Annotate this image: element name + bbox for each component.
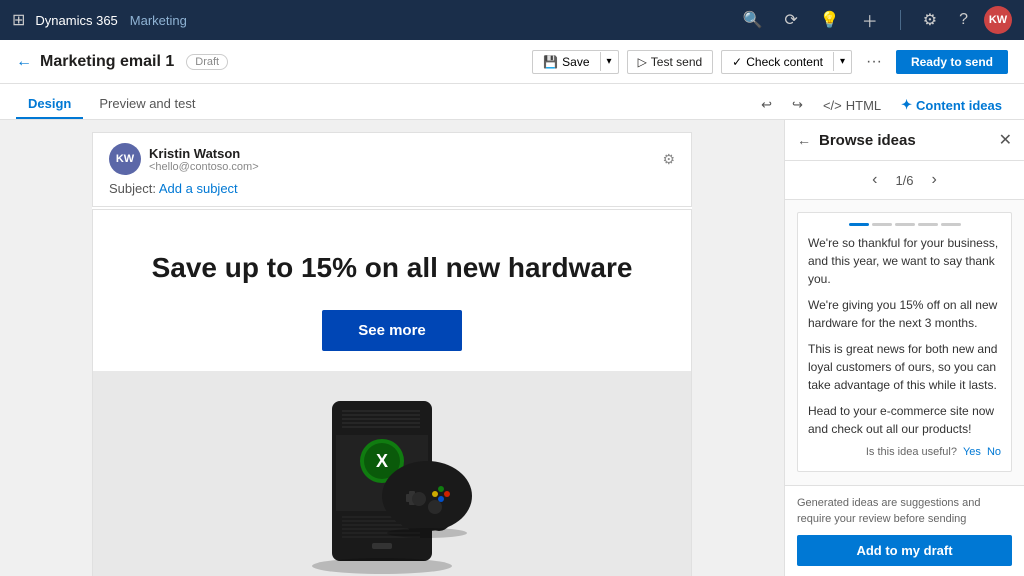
- check-content-split-button[interactable]: ✓ Check content ▾: [721, 50, 852, 74]
- app-module: Marketing: [130, 13, 187, 28]
- app-name: Dynamics 365: [35, 13, 117, 28]
- grid-icon[interactable]: ⊞: [12, 10, 25, 30]
- email-headline: Save up to 15% on all new hardware: [113, 250, 671, 286]
- test-send-icon: ▷: [638, 55, 647, 69]
- feedback-yes[interactable]: Yes: [963, 446, 981, 458]
- email-subject-row: Subject: Add a subject: [109, 181, 675, 196]
- idea-dots: [808, 223, 1001, 226]
- email-image-section: X: [93, 371, 691, 576]
- redo-button[interactable]: ↪: [786, 95, 809, 115]
- email-hero: Save up to 15% on all new hardware See m…: [93, 210, 691, 371]
- add-icon[interactable]: ＋: [862, 8, 878, 32]
- idea-text-4: Head to your e-commerce site now and che…: [808, 402, 1001, 438]
- panel-pagination: ‹ 1/6 ›: [785, 161, 1024, 200]
- see-more-button[interactable]: See more: [322, 310, 462, 351]
- page-title: Marketing email 1: [40, 53, 174, 71]
- idea-text-3: This is great news for both new and loya…: [808, 340, 1001, 394]
- content-ideas-button[interactable]: ✦ Content ideas: [895, 95, 1008, 115]
- email-header-section: KW Kristin Watson <hello@contoso.com> ⚙ …: [92, 132, 692, 207]
- tab-design[interactable]: Design: [16, 90, 83, 119]
- email-settings-icon[interactable]: ⚙: [662, 151, 675, 168]
- idea-card: We're so thankful for your business, and…: [797, 212, 1012, 472]
- top-nav-bar: ⊞ Dynamics 365 Marketing 🔍 ⟳ 💡 ＋ ⚙ ? KW: [0, 0, 1024, 40]
- panel-note: Generated ideas are suggestions and requ…: [797, 496, 1012, 527]
- test-send-button[interactable]: ▷ Test send: [627, 50, 714, 74]
- email-container: KW Kristin Watson <hello@contoso.com> ⚙ …: [92, 132, 692, 576]
- email-body: Save up to 15% on all new hardware See m…: [92, 209, 692, 576]
- tab-design-label: Design: [28, 96, 71, 111]
- dot-5: [941, 223, 961, 226]
- panel-close-button[interactable]: ✕: [999, 130, 1012, 150]
- save-main-button[interactable]: 💾 Save: [533, 51, 599, 73]
- sender-email: <hello@contoso.com>: [149, 161, 654, 173]
- sub-header: ← Marketing email 1 Draft 💾 Save ▾ ▷ Tes…: [0, 40, 1024, 84]
- content-ideas-label: Content ideas: [916, 98, 1002, 113]
- tab-preview-and-test[interactable]: Preview and test: [87, 90, 207, 119]
- xbox-illustration: X: [252, 381, 532, 576]
- dot-1: [849, 223, 869, 226]
- page-indicator: 1/6: [895, 173, 913, 188]
- search-icon[interactable]: 🔍: [742, 10, 762, 30]
- lightbulb-icon[interactable]: 💡: [820, 10, 840, 30]
- ready-to-send-button[interactable]: Ready to send: [896, 50, 1008, 74]
- sender-name: Kristin Watson: [149, 146, 654, 161]
- avatar[interactable]: KW: [984, 6, 1012, 34]
- back-button[interactable]: ←: [16, 53, 32, 71]
- help-icon[interactable]: ?: [959, 11, 968, 29]
- ready-to-send-label: Ready to send: [911, 55, 993, 69]
- more-options-button[interactable]: ···: [860, 49, 888, 75]
- idea-text-1: We're so thankful for your business, and…: [808, 234, 1001, 288]
- save-dropdown-arrow[interactable]: ▾: [600, 52, 618, 71]
- tabs-bar: Design Preview and test ↩ ↪ </> HTML ✦ C…: [0, 84, 1024, 120]
- save-label: Save: [562, 55, 589, 69]
- idea-feedback: Is this idea useful? Yes No: [808, 446, 1001, 458]
- save-split-button[interactable]: 💾 Save ▾: [532, 50, 618, 74]
- add-to-draft-button[interactable]: Add to my draft: [797, 535, 1012, 566]
- panel-content: We're so thankful for your business, and…: [785, 200, 1024, 485]
- nav-divider: [900, 10, 901, 30]
- settings-icon[interactable]: ⚙: [923, 10, 937, 30]
- html-icon: </>: [823, 98, 842, 113]
- email-from-row: KW Kristin Watson <hello@contoso.com> ⚙: [109, 143, 675, 175]
- browse-ideas-panel: ← Browse ideas ✕ ‹ 1/6 › We're so thankf…: [784, 120, 1024, 576]
- tab-preview-label: Preview and test: [99, 96, 195, 111]
- sender-info: Kristin Watson <hello@contoso.com>: [149, 146, 654, 173]
- tabs-right-actions: ↩ ↪ </> HTML ✦ Content ideas: [755, 95, 1008, 119]
- draft-badge: Draft: [186, 54, 228, 70]
- panel-header: ← Browse ideas ✕: [785, 120, 1024, 161]
- check-content-dropdown-arrow[interactable]: ▾: [833, 52, 851, 71]
- panel-footer: Generated ideas are suggestions and requ…: [785, 485, 1024, 576]
- next-idea-button[interactable]: ›: [926, 169, 943, 191]
- html-button[interactable]: </> HTML: [817, 96, 887, 115]
- feedback-question: Is this idea useful?: [866, 446, 957, 458]
- check-content-main-button[interactable]: ✓ Check content: [722, 51, 833, 73]
- subject-label: Subject:: [109, 181, 156, 196]
- idea-text-2: We're giving you 15% off on all new hard…: [808, 296, 1001, 332]
- check-content-label: Check content: [746, 55, 823, 69]
- feedback-no[interactable]: No: [987, 446, 1001, 458]
- panel-title: Browse ideas: [819, 132, 991, 149]
- undo-button[interactable]: ↩: [755, 95, 778, 115]
- html-label: HTML: [846, 98, 881, 113]
- canvas-area: KW Kristin Watson <hello@contoso.com> ⚙ …: [0, 120, 784, 576]
- content-ideas-icon: ✦: [901, 97, 912, 113]
- dot-3: [895, 223, 915, 226]
- sync-icon[interactable]: ⟳: [784, 10, 797, 30]
- dot-2: [872, 223, 892, 226]
- save-icon: 💾: [543, 55, 558, 69]
- svg-text:X: X: [376, 451, 388, 471]
- check-icon: ✓: [732, 55, 742, 69]
- subject-link[interactable]: Add a subject: [159, 181, 238, 196]
- main-area: KW Kristin Watson <hello@contoso.com> ⚙ …: [0, 120, 1024, 576]
- test-send-label: Test send: [651, 55, 702, 69]
- dot-4: [918, 223, 938, 226]
- prev-idea-button[interactable]: ‹: [866, 169, 883, 191]
- sender-avatar: KW: [109, 143, 141, 175]
- panel-back-button[interactable]: ←: [797, 132, 811, 148]
